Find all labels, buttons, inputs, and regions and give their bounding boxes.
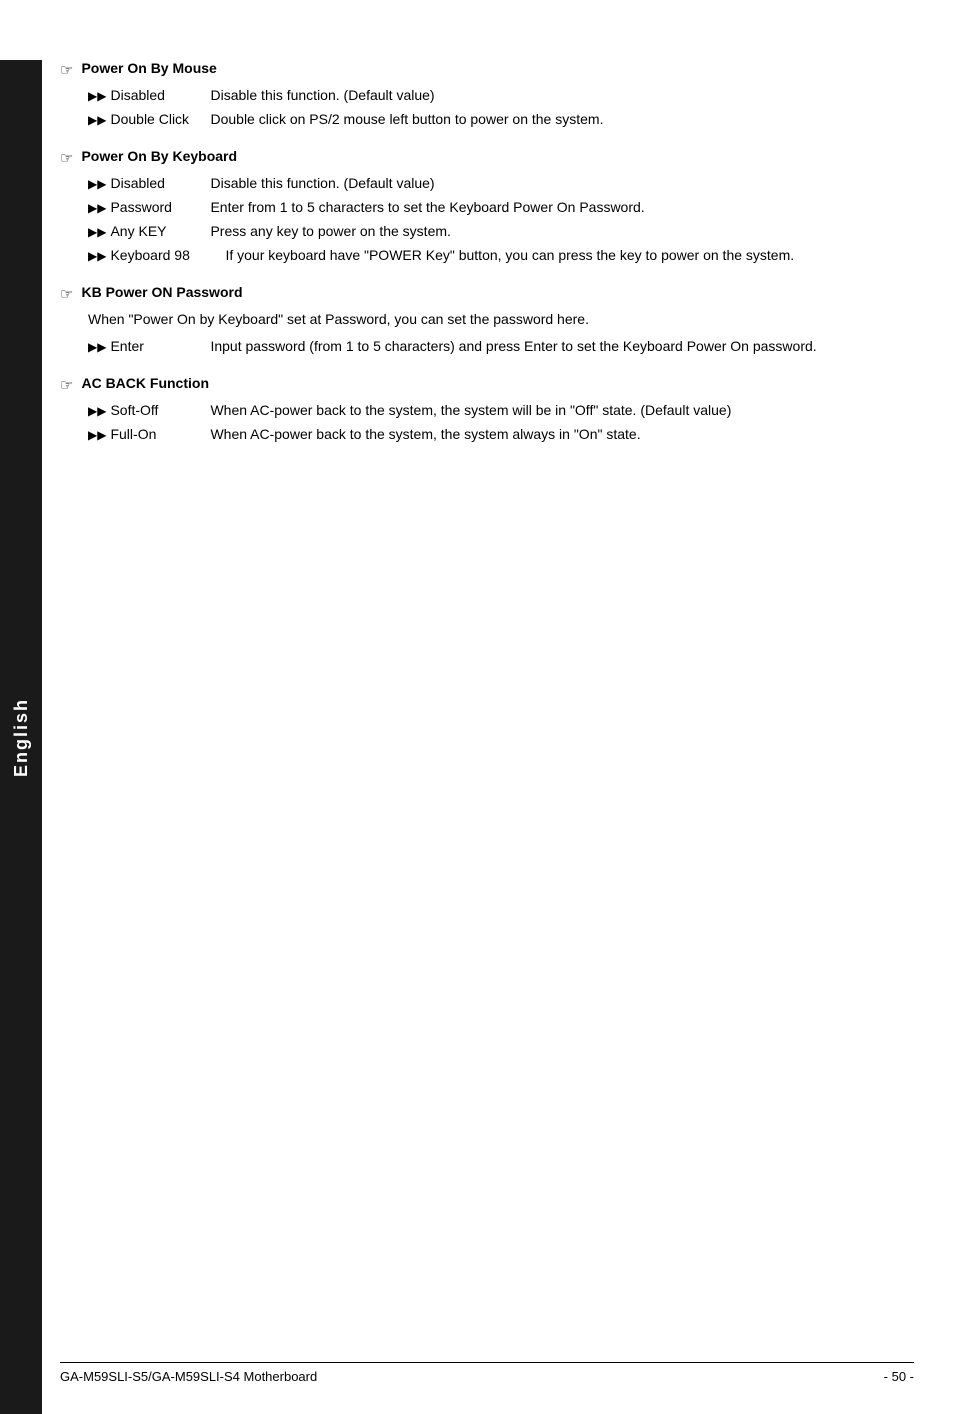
ac-back-items: ▶▶ Soft-Off When AC-power back to the sy… [88,400,914,445]
section-power-on-mouse: ☞ Power On By Mouse [60,60,914,79]
item-desc: Disable this function. (Default value) [210,85,434,106]
item-desc: Double click on PS/2 mouse left button t… [210,109,603,130]
arrow-icon: ▶▶ [88,199,106,217]
arrow-icon: ▶▶ [88,87,106,105]
item-label: Any KEY [110,221,210,242]
arrow-icon: ▶▶ [88,111,106,129]
item-label: Enter [110,336,210,357]
list-item: ▶▶ Password Enter from 1 to 5 characters… [88,197,914,218]
phone-icon-kb-password: ☞ [60,285,73,303]
item-label: Soft-Off [110,400,210,421]
footer-model: GA-M59SLI-S5/GA-M59SLI-S4 Motherboard [60,1369,317,1384]
section-title-ac-back: AC BACK Function [81,375,209,391]
item-desc: Enter from 1 to 5 characters to set the … [210,197,644,218]
phone-icon-mouse: ☞ [60,61,73,79]
footer: GA-M59SLI-S5/GA-M59SLI-S4 Motherboard - … [60,1362,914,1384]
section-title-kb-password: KB Power ON Password [81,284,242,300]
item-desc: Press any key to power on the system. [210,221,450,242]
list-item: ▶▶ Disabled Disable this function. (Defa… [88,85,914,106]
item-label: Disabled [110,173,210,194]
list-item: ▶▶ Disabled Disable this function. (Defa… [88,173,914,194]
arrow-icon: ▶▶ [88,338,106,356]
item-label: Password [110,197,210,218]
arrow-icon: ▶▶ [88,175,106,193]
list-item: ▶▶ Enter Input password (from 1 to 5 cha… [88,336,914,357]
item-desc: If your keyboard have "POWER Key" button… [225,245,914,266]
item-desc: Input password (from 1 to 5 characters) … [210,336,914,357]
footer-page: - 50 - [884,1369,914,1384]
arrow-icon: ▶▶ [88,402,106,420]
item-desc: When AC-power back to the system, the sy… [210,424,914,445]
phone-icon-ac-back: ☞ [60,376,73,394]
arrow-icon: ▶▶ [88,223,106,241]
list-item: ▶▶ Full-On When AC-power back to the sys… [88,424,914,445]
list-item: ▶▶ Soft-Off When AC-power back to the sy… [88,400,914,421]
item-label: Keyboard 98 [110,245,225,266]
sidebar: English [0,60,42,1414]
sidebar-label: English [11,697,32,776]
mouse-items: ▶▶ Disabled Disable this function. (Defa… [88,85,914,130]
item-label: Full-On [110,424,210,445]
section-ac-back: ☞ AC BACK Function [60,375,914,394]
arrow-icon: ▶▶ [88,426,106,444]
list-item: ▶▶ Any KEY Press any key to power on the… [88,221,914,242]
section-power-on-keyboard: ☞ Power On By Keyboard [60,148,914,167]
item-label: Double Click [110,109,210,130]
kb-password-items: ▶▶ Enter Input password (from 1 to 5 cha… [88,336,914,357]
section-title-keyboard: Power On By Keyboard [81,148,237,164]
item-desc: Disable this function. (Default value) [210,173,434,194]
main-content: ☞ Power On By Mouse ▶▶ Disabled Disable … [60,60,914,445]
phone-icon-keyboard: ☞ [60,149,73,167]
list-item: ▶▶ Keyboard 98 If your keyboard have "PO… [88,245,914,266]
section-kb-password: ☞ KB Power ON Password [60,284,914,303]
keyboard-items: ▶▶ Disabled Disable this function. (Defa… [88,173,914,266]
arrow-icon: ▶▶ [88,247,106,265]
item-label: Disabled [110,85,210,106]
section-title-mouse: Power On By Mouse [81,60,216,76]
kb-intro-text: When "Power On by Keyboard" set at Passw… [88,309,914,330]
item-desc: When AC-power back to the system, the sy… [210,400,914,421]
list-item: ▶▶ Double Click Double click on PS/2 mou… [88,109,914,130]
